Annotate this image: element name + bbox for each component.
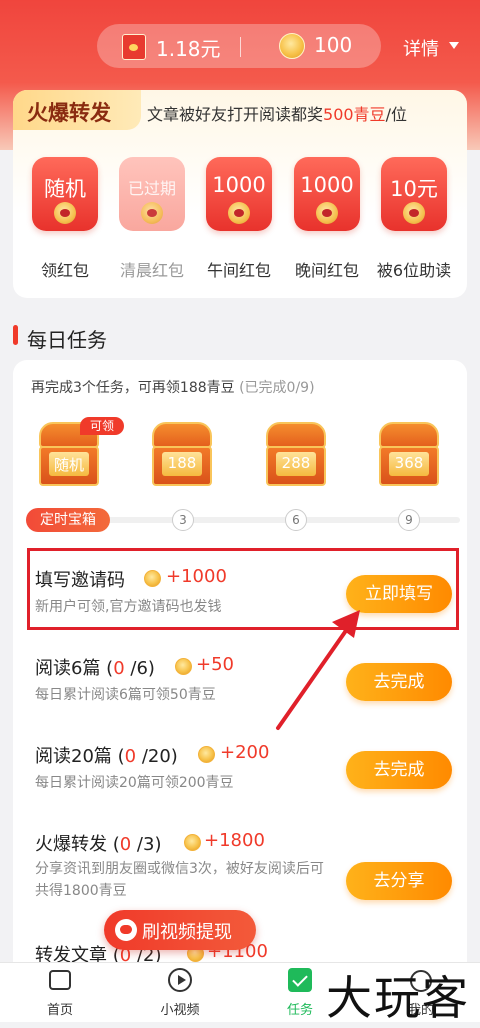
envelope-label: 10元 xyxy=(390,177,438,201)
task-description: 每日累计阅读20篇可领200青豆 xyxy=(35,775,234,791)
balance-divider xyxy=(240,37,241,57)
play-icon[interactable] xyxy=(168,968,192,992)
envelope-label: 已过期 xyxy=(127,179,176,198)
coin-balance: 100 xyxy=(314,33,353,57)
envelope-label: 随机 xyxy=(44,177,86,201)
chat-bubble-icon xyxy=(115,919,137,941)
envelope-seal-icon xyxy=(228,202,250,224)
treasure-chest-icon[interactable]: 188 xyxy=(148,422,216,486)
task-reward: +1800 xyxy=(204,830,265,851)
home-icon[interactable] xyxy=(49,970,71,990)
task-reward: +50 xyxy=(196,654,234,675)
coin-icon xyxy=(279,33,305,59)
progress-step: 3 xyxy=(172,509,194,531)
task-description: 分享资讯到朋友圈或微信3次，被好友阅读后可共得1800青豆 xyxy=(35,861,324,899)
task-title: 阅读6篇 (0 /6) xyxy=(35,658,155,679)
coin-icon xyxy=(175,658,192,675)
envelope-caption: 领红包 xyxy=(40,261,89,280)
coin-icon xyxy=(198,746,215,763)
task-reward: +200 xyxy=(220,742,270,763)
tasks-hint: 再完成3个任务，可再领188青豆 (已完成0/9) xyxy=(31,380,315,396)
task-share-button[interactable]: 去分享 xyxy=(346,862,452,900)
task-complete-button[interactable]: 去完成 xyxy=(346,751,452,789)
details-link[interactable]: 详情 xyxy=(403,35,439,61)
task-title: 阅读20篇 (0 /20) xyxy=(35,746,178,767)
watermark: 大玩客 xyxy=(326,971,470,1025)
progress-step: 9 xyxy=(398,509,420,531)
envelope-label: 1000 xyxy=(212,173,266,197)
claim-tag: 可领 xyxy=(80,417,124,435)
envelope-label: 1000 xyxy=(300,173,354,197)
share-title: 火爆转发 xyxy=(27,101,111,125)
envelope-seal-icon xyxy=(141,202,163,224)
caret-down-icon[interactable] xyxy=(449,42,459,49)
nav-item-video[interactable]: 小视频 xyxy=(140,999,220,1018)
envelope-caption: 晚间红包 xyxy=(294,261,359,280)
section-accent-bar xyxy=(13,325,18,345)
section-title: 每日任务 xyxy=(27,328,107,352)
coin-icon xyxy=(184,834,201,851)
task-icon[interactable] xyxy=(288,968,312,992)
cash-balance: 1.18元 xyxy=(156,37,221,61)
treasure-chest-icon[interactable]: 288 xyxy=(262,422,330,486)
envelope-seal-icon xyxy=(403,202,425,224)
highlight-box xyxy=(27,548,459,630)
envelope-caption: 清晨红包 xyxy=(119,261,184,280)
video-cashout-label: 刷视频提现 xyxy=(142,922,232,943)
envelope-caption: 被6位助读 xyxy=(376,261,452,280)
task-title: 火爆转发 (0 /3) xyxy=(35,834,162,855)
share-description: 文章被好友打开阅读都奖500青豆/位 xyxy=(147,105,407,124)
envelope-seal-icon xyxy=(54,202,76,224)
task-description: 每日累计阅读6篇可领50青豆 xyxy=(35,687,216,703)
timer-chest-tag[interactable]: 定时宝箱 xyxy=(26,508,110,532)
red-envelope-icon xyxy=(122,34,146,60)
annotation-arrow xyxy=(276,610,360,730)
envelope-seal-icon xyxy=(316,202,338,224)
envelope-caption: 午间红包 xyxy=(206,261,271,280)
progress-step: 6 xyxy=(285,509,307,531)
nav-item-home[interactable]: 首页 xyxy=(20,999,100,1018)
treasure-chest-icon[interactable]: 368 xyxy=(375,422,443,486)
